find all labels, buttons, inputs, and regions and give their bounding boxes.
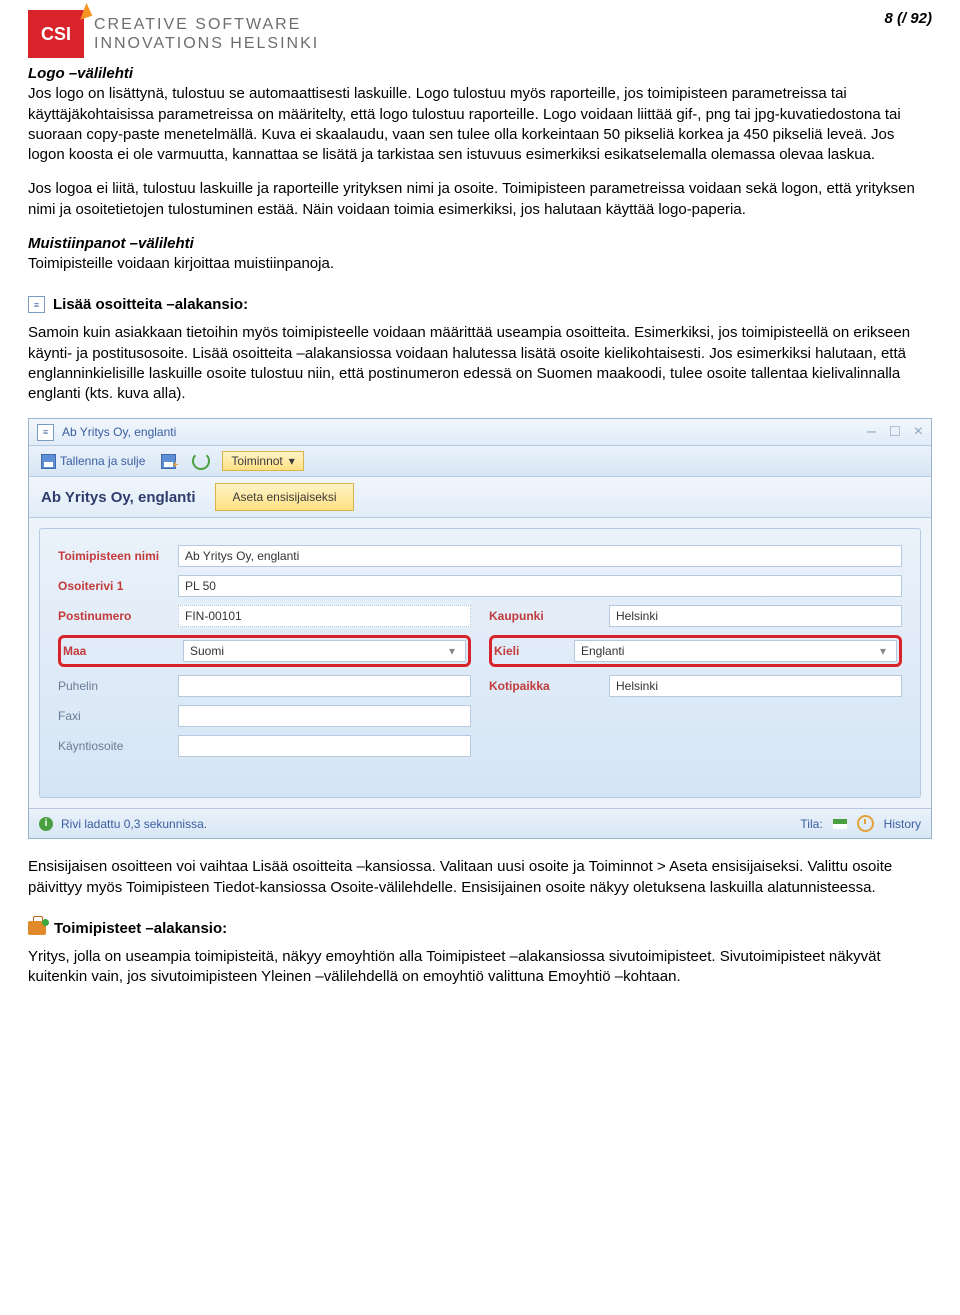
- brand-line1: CREATIVE SOFTWARE: [94, 15, 319, 34]
- section-notes: Muistiinpanot –välilehti Toimipisteille …: [28, 234, 932, 275]
- label-fax: Faxi: [58, 709, 178, 723]
- after-screenshot-p1: Ensisijaisen osoitteen voi vaihtaa Lisää…: [28, 857, 932, 898]
- app-body: Toimipisteen nimi Ab Yritys Oy, englanti…: [29, 518, 931, 808]
- section-logo-p2: Jos logoa ei liitä, tulostuu laskuille j…: [28, 179, 932, 220]
- chevron-down-icon: ▾: [445, 644, 459, 658]
- label-city: Kaupunki: [489, 609, 609, 623]
- select-lang[interactable]: Englanti ▾: [574, 640, 897, 662]
- app-toolbar: Tallenna ja sulje Toiminnot ▾: [29, 446, 931, 477]
- chevron-down-icon: ▾: [876, 644, 890, 658]
- select-country-value: Suomi: [190, 644, 224, 658]
- label-country: Maa: [63, 644, 183, 658]
- save-new-button[interactable]: [157, 452, 180, 471]
- chevron-down-icon: ▾: [289, 454, 295, 468]
- app-subbar: Ab Yritys Oy, englanti Aseta ensisijaise…: [29, 477, 931, 518]
- app-statusbar: i Rivi ladattu 0,3 sekunnissa. Tila: His…: [29, 808, 931, 838]
- minimize-icon[interactable]: –: [867, 423, 876, 441]
- list-icon: ≡: [28, 296, 45, 313]
- app-titlebar: ≡ Ab Yritys Oy, englanti – □ ×: [29, 419, 931, 446]
- save-close-label: Tallenna ja sulje: [60, 454, 145, 468]
- csi-badge-icon: CSI: [28, 10, 84, 58]
- input-visit[interactable]: [178, 735, 471, 757]
- app-window: ≡ Ab Yritys Oy, englanti – □ × Tallenna …: [28, 418, 932, 839]
- select-country[interactable]: Suomi ▾: [183, 640, 466, 662]
- status-flag-icon: [833, 819, 847, 829]
- input-fax[interactable]: [178, 705, 471, 727]
- label-phone: Puhelin: [58, 679, 178, 693]
- window-title: Ab Yritys Oy, englanti: [62, 425, 176, 439]
- subfolder-offices-p1: Yritys, jolla on useampia toimipisteitä,…: [28, 947, 932, 988]
- save-icon: [41, 454, 56, 469]
- save-close-button[interactable]: Tallenna ja sulje: [37, 452, 149, 471]
- subfolder-offices-title: Toimipisteet –alakansio:: [54, 920, 227, 937]
- label-domicile: Kotipaikka: [489, 679, 609, 693]
- maximize-icon[interactable]: □: [890, 423, 900, 441]
- brand-line2: INNOVATIONS HELSINKI: [94, 34, 319, 53]
- status-tila-label: Tila:: [800, 817, 822, 831]
- input-addr1[interactable]: PL 50: [178, 575, 902, 597]
- section-notes-title: Muistiinpanot –välilehti: [28, 235, 194, 252]
- subfolder-addresses-p1: Samoin kuin asiakkaan tietoihin myös toi…: [28, 323, 932, 404]
- input-domicile[interactable]: Helsinki: [609, 675, 902, 697]
- refresh-button[interactable]: [188, 450, 214, 472]
- actions-label: Toiminnot: [231, 454, 282, 468]
- label-addr1: Osoiterivi 1: [58, 579, 178, 593]
- section-logo-p1: Jos logo on lisättynä, tulostuu se autom…: [28, 85, 901, 163]
- page-header: CSI CREATIVE SOFTWARE INNOVATIONS HELSIN…: [28, 10, 932, 58]
- status-message: Rivi ladattu 0,3 sekunnissa.: [61, 817, 207, 831]
- section-logo-title: Logo –välilehti: [28, 65, 133, 82]
- input-name[interactable]: Ab Yritys Oy, englanti: [178, 545, 902, 567]
- info-icon: i: [39, 817, 53, 831]
- select-lang-value: Englanti: [581, 644, 624, 658]
- input-city[interactable]: Helsinki: [609, 605, 902, 627]
- brand-logo: CSI CREATIVE SOFTWARE INNOVATIONS HELSIN…: [28, 10, 319, 58]
- app-subtitle: Ab Yritys Oy, englanti: [41, 489, 195, 506]
- briefcase-icon: [28, 921, 46, 935]
- brand-text: CREATIVE SOFTWARE INNOVATIONS HELSINKI: [94, 15, 319, 53]
- save-new-icon: [161, 454, 176, 469]
- form-panel: Toimipisteen nimi Ab Yritys Oy, englanti…: [39, 528, 921, 798]
- label-name: Toimipisteen nimi: [58, 549, 178, 563]
- label-lang: Kieli: [494, 644, 574, 658]
- input-phone[interactable]: [178, 675, 471, 697]
- subfolder-addresses-heading: ≡ Lisää osoitteita –alakansio:: [28, 296, 932, 313]
- history-label[interactable]: History: [884, 817, 921, 831]
- label-visit: Käyntiosoite: [58, 739, 178, 753]
- refresh-icon: [192, 452, 210, 470]
- close-icon[interactable]: ×: [914, 423, 923, 441]
- input-zip[interactable]: FIN-00101: [178, 605, 471, 627]
- section-logo: Logo –välilehti Jos logo on lisättynä, t…: [28, 64, 932, 165]
- set-primary-button[interactable]: Aseta ensisijaiseksi: [215, 483, 353, 511]
- window-icon: ≡: [37, 424, 54, 441]
- section-notes-p1: Toimipisteille voidaan kirjoittaa muisti…: [28, 255, 334, 272]
- history-icon[interactable]: [857, 815, 874, 832]
- page-number: 8 (/ 92): [884, 10, 932, 27]
- subfolder-addresses-title: Lisää osoitteita –alakansio:: [53, 296, 248, 313]
- label-zip: Postinumero: [58, 609, 178, 623]
- actions-dropdown[interactable]: Toiminnot ▾: [222, 451, 303, 471]
- subfolder-offices-heading: Toimipisteet –alakansio:: [28, 920, 932, 937]
